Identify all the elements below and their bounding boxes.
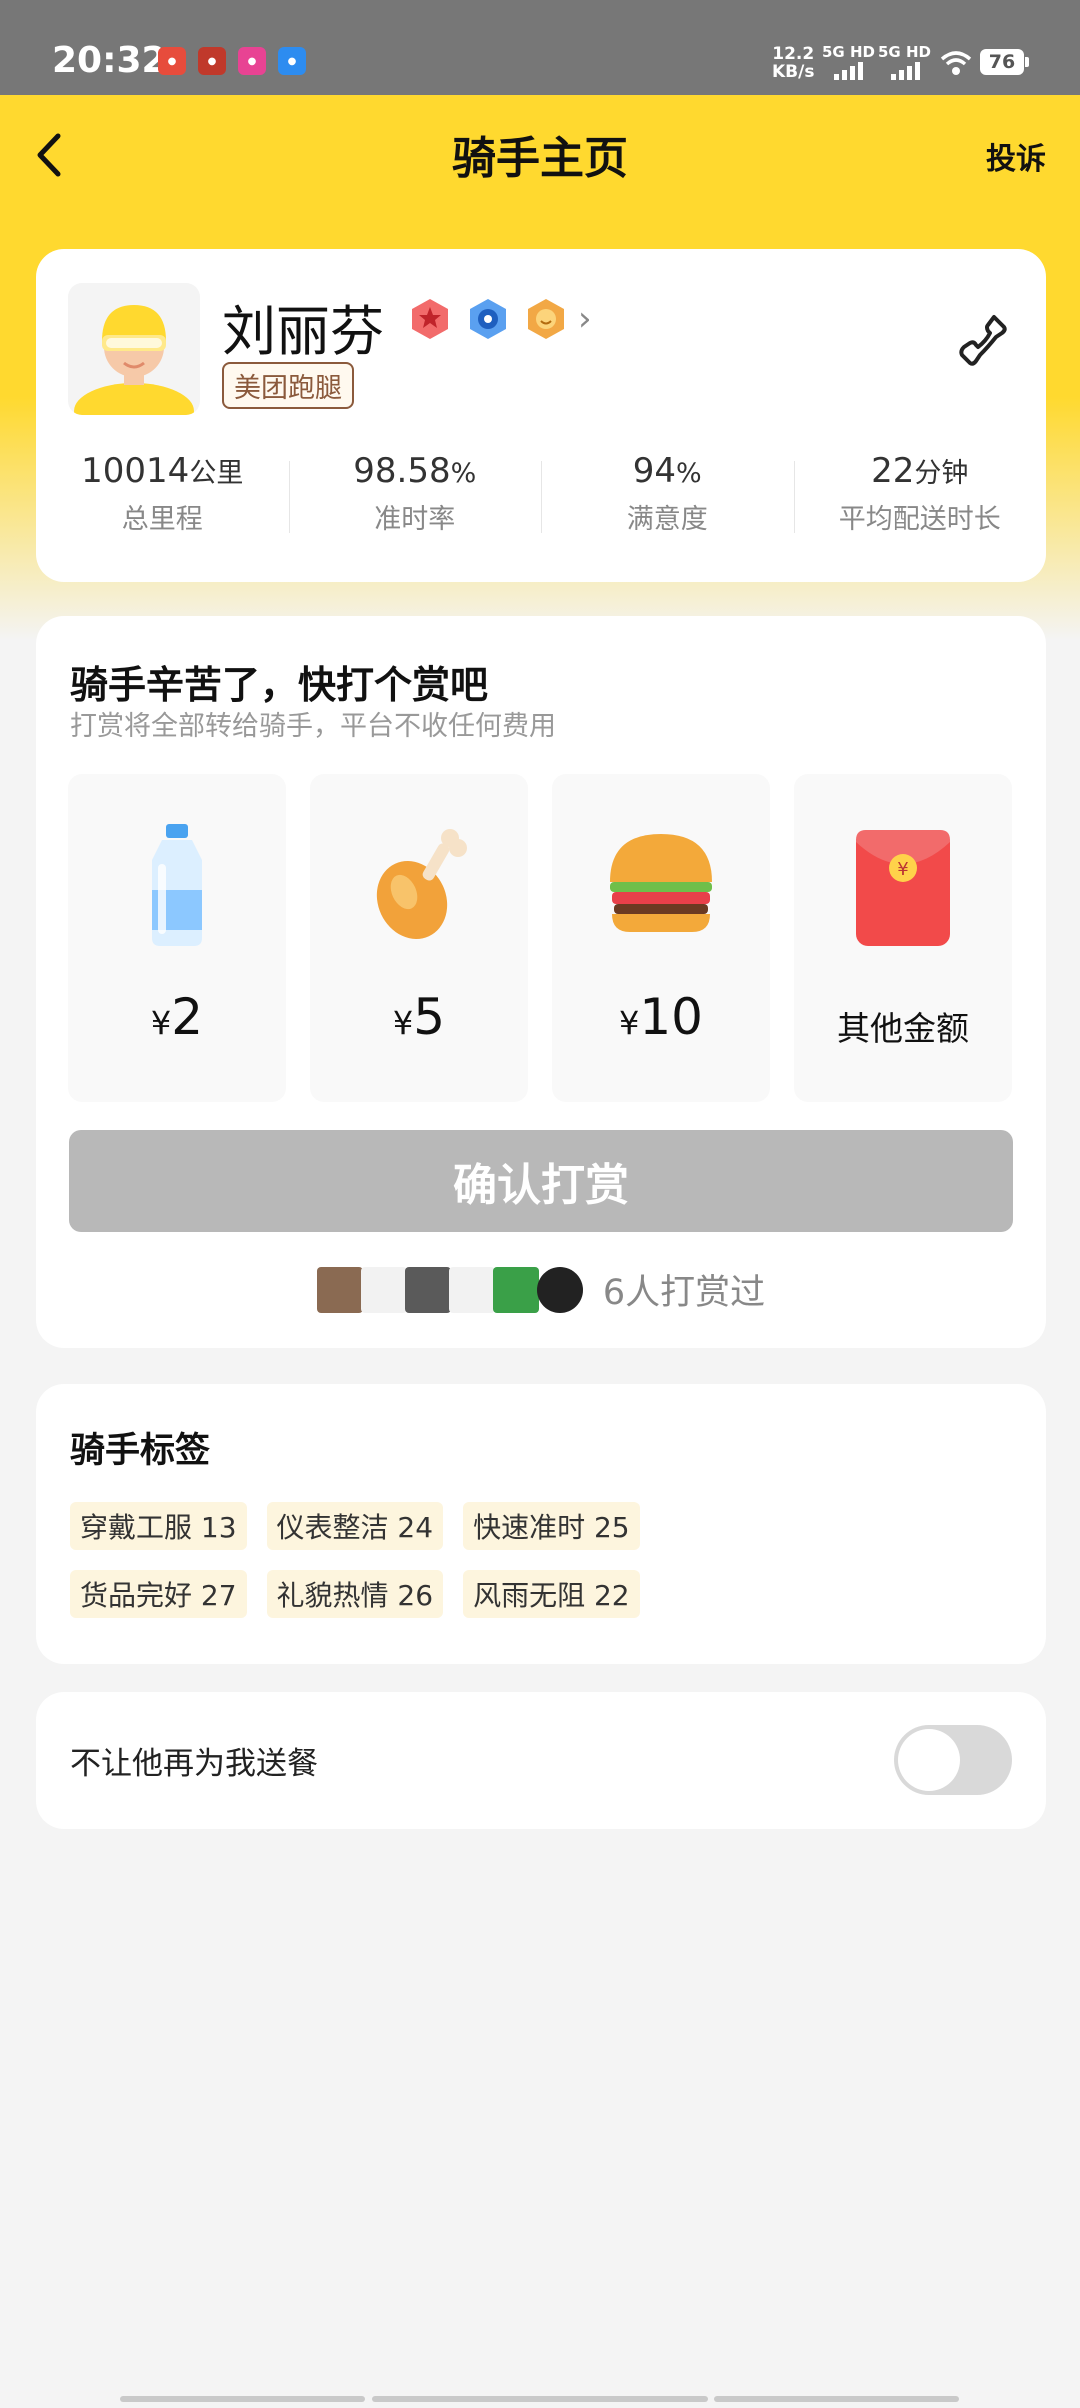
brand-tag: 美团跑腿	[222, 362, 354, 409]
burger-icon	[610, 834, 712, 932]
nav-gesture-bar	[714, 2396, 959, 2402]
rider-tag: 仪表整洁 24	[266, 1502, 444, 1550]
tip-amount: ¥10	[619, 988, 703, 1046]
tipper-avatar	[492, 1266, 539, 1313]
rider-tag: 快速准时 25	[463, 1502, 640, 1550]
rider-avatar-icon	[74, 305, 194, 415]
tip-option-other[interactable]: ¥ 其他金额	[794, 774, 1012, 1102]
chevron-right-icon: ›	[578, 299, 592, 339]
phone-icon[interactable]	[958, 313, 1010, 373]
rider-stats: 10014公里 总里程 98.58% 准时率 94% 满意度 22分钟 平均配送…	[36, 451, 1046, 536]
rider-tag: 穿戴工服 13	[70, 1502, 247, 1550]
water-bottle-icon	[152, 824, 202, 946]
toggle-knob	[898, 1729, 960, 1791]
status-bar: 20:32 ● ● ● ● 12.2 KB/s 5G HD 5G HD 76	[0, 0, 1080, 95]
stat-on-time-rate: 98.58% 准时率	[288, 451, 542, 536]
tip-option-5[interactable]: ¥5	[310, 774, 528, 1102]
page-title: 骑手主页	[452, 133, 628, 184]
network-type-1: 5G HD	[822, 43, 875, 61]
tag-list: 穿戴工服 13 仪表整洁 24 快速准时 25 货品完好 27 礼貌热情 26 …	[70, 1502, 830, 1618]
chicken-leg-icon	[376, 829, 467, 939]
tip-amount: ¥2	[150, 988, 204, 1046]
tip-other-label: 其他金额	[837, 1009, 969, 1048]
app-notification-icon: ●	[278, 47, 306, 75]
app-notification-icon: ●	[198, 47, 226, 75]
rider-badges[interactable]: ›	[408, 297, 592, 341]
tip-card: 骑手辛苦了，快打个赏吧 打赏将全部转给骑手，平台不收任何费用 ¥2 ¥5 ¥10…	[36, 616, 1046, 1348]
notification-icons: ● ● ● ●	[158, 47, 306, 75]
block-rider-toggle[interactable]	[894, 1725, 1012, 1795]
block-rider-label: 不让他再为我送餐	[70, 1746, 318, 1782]
tipper-avatar	[316, 1266, 363, 1313]
tippers-count: 6人打赏过	[602, 1273, 766, 1313]
battery-icon: 76	[980, 49, 1029, 75]
signal-icon	[891, 62, 920, 80]
app-notification-icon: ●	[238, 47, 266, 75]
tip-subtitle: 打赏将全部转给骑手，平台不收任何费用	[70, 711, 556, 742]
wifi-icon	[940, 51, 972, 75]
rider-tag: 礼貌热情 26	[266, 1570, 444, 1618]
network-type-2: 5G HD	[878, 43, 931, 61]
signal-icon	[834, 62, 863, 80]
tip-option-2[interactable]: ¥2	[68, 774, 286, 1102]
stat-total-distance: 10014公里 总里程	[81, 451, 244, 535]
nav-gesture-bar	[372, 2396, 708, 2402]
app-notification-icon: ●	[158, 47, 186, 75]
rider-tags-card: 骑手标签 穿戴工服 13 仪表整洁 24 快速准时 25 货品完好 27 礼貌热…	[36, 1384, 1046, 1664]
tipper-avatar	[536, 1266, 583, 1313]
tipper-avatar	[360, 1266, 407, 1313]
red-envelope-icon: ¥	[856, 830, 950, 946]
tip-title: 骑手辛苦了，快打个赏吧	[70, 663, 489, 707]
rider-avatar	[68, 283, 200, 415]
rider-tag: 货品完好 27	[70, 1570, 247, 1618]
stat-satisfaction: 94% 满意度	[541, 451, 794, 536]
block-rider-card: 不让他再为我送餐	[36, 1692, 1046, 1829]
rider-info-card: 刘丽芬 › 美团跑腿 10014公里 总里程 98.58% 准时率 94% 满意…	[36, 249, 1046, 582]
smile-medal-icon	[528, 299, 564, 339]
star-medal-icon	[412, 299, 448, 339]
tip-option-10[interactable]: ¥10	[552, 774, 770, 1102]
network-speed: 12.2 KB/s	[772, 44, 815, 82]
confirm-tip-button[interactable]: 确认打赏	[69, 1130, 1013, 1232]
tip-options: ¥2 ¥5 ¥10 ¥ 其他金额	[68, 774, 1012, 1102]
tags-title: 骑手标签	[70, 1431, 211, 1471]
tipper-avatar	[404, 1266, 451, 1313]
stat-avg-delivery-time: 22分钟 平均配送时长	[793, 451, 1047, 536]
nav-gesture-bar	[120, 2396, 365, 2402]
ring-medal-icon	[470, 299, 506, 339]
svg-text:¥: ¥	[897, 859, 908, 880]
rider-name: 刘丽芬	[222, 300, 384, 363]
tippers-row: 6人打赏过	[36, 1264, 1046, 1315]
tip-amount: ¥5	[392, 988, 446, 1046]
complaint-button[interactable]: 投诉	[986, 134, 1046, 178]
status-time: 20:32	[52, 40, 167, 81]
rider-tag: 风雨无阻 22	[463, 1570, 640, 1618]
tipper-avatar	[448, 1266, 495, 1313]
